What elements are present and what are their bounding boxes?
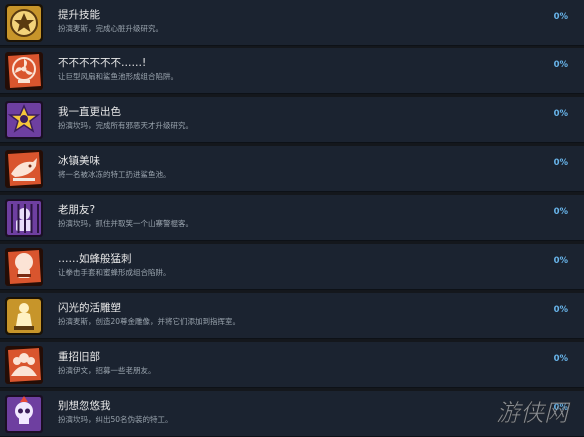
achievement-title: 我一直更出色 <box>58 106 121 118</box>
achievement-progress: 0% <box>553 109 568 119</box>
achievement-row[interactable]: 冰镇美味将一名被冰冻的特工扔进鲨鱼池。 0% <box>0 146 584 192</box>
svg-text:游侠网: 游侠网 <box>496 399 571 427</box>
achievement-list: 提升技能扮演麦斯，完成心脏升级研究。 0% 不不不不不不……! 让巨型风扇和鲨鱼池形成… <box>0 0 584 437</box>
shark-icon <box>3 148 45 190</box>
achievement-title: 重招旧部 <box>58 351 100 363</box>
star-medal-icon <box>3 2 45 44</box>
achievement-row[interactable]: 不不不不不不……! 让巨型风扇和鲨鱼池形成组合陷阱。 0% <box>0 48 584 94</box>
achievement-progress: 0% <box>553 207 568 217</box>
achievement-row[interactable]: 提升技能扮演麦斯，完成心脏升级研究。 0% <box>0 0 584 46</box>
achievement-progress: 0% <box>553 305 568 315</box>
achievement-title: 提升技能 <box>58 9 100 21</box>
achievement-description: 扮演伊文，招募一些老朋友。 <box>58 366 156 375</box>
achievement-row[interactable]: 老朋友? 扮演坎玛，抓住并取笑一个山寨警棍客。 0% <box>0 195 584 241</box>
achievement-progress: 0% <box>553 158 568 168</box>
fan-icon <box>3 50 45 92</box>
achievement-title: 闪光的活雕塑 <box>58 302 121 314</box>
gold-statue-icon <box>3 295 45 337</box>
achievement-row[interactable]: 闪光的活雕塑扮演麦斯，创造20尊金雕像，并将它们添加到指挥室。 0% <box>0 293 584 339</box>
achievement-progress: 0% <box>553 354 568 364</box>
achievement-description: 让拳击手套和蜜蜂形成组合陷阱。 <box>58 268 171 277</box>
achievement-row[interactable]: 我一直更出色扮演坎玛，完成所有邪恶天才升级研究。 0% <box>0 97 584 143</box>
achievement-description: 扮演坎玛，完成所有邪恶天才升级研究。 <box>58 121 193 130</box>
achievement-title: ……如蜂般猛刺 <box>58 253 132 265</box>
achievement-description: 扮演麦斯，完成心脏升级研究。 <box>58 24 163 33</box>
watermark-logo: 游侠网 <box>482 393 582 431</box>
achievement-description: 让巨型风扇和鲨鱼池形成组合陷阱。 <box>58 72 178 81</box>
group-icon <box>3 344 45 386</box>
purple-star-icon <box>3 99 45 141</box>
skull-icon <box>3 393 45 435</box>
achievement-title: 别想忽悠我 <box>58 400 111 412</box>
achievement-description: 扮演坎玛，抓住并取笑一个山寨警棍客。 <box>58 219 193 228</box>
achievement-row[interactable]: ……如蜂般猛刺让拳击手套和蜜蜂形成组合陷阱。 0% <box>0 244 584 290</box>
achievement-title: 老朋友? <box>58 204 96 216</box>
achievement-title: 冰镇美味 <box>58 155 100 167</box>
achievement-progress: 0% <box>553 60 568 70</box>
achievement-progress: 0% <box>553 256 568 266</box>
achievement-description: 将一名被冰冻的特工扔进鲨鱼池。 <box>58 170 171 179</box>
boxing-glove-icon <box>3 246 45 288</box>
caged-agent-icon <box>3 197 45 239</box>
achievement-progress: 0% <box>553 12 568 22</box>
achievement-title: 不不不不不不……! <box>58 57 147 69</box>
achievement-description: 扮演麦斯，创造20尊金雕像，并将它们添加到指挥室。 <box>58 317 241 326</box>
achievement-description: 扮演坎玛，纠出50名伪装的特工。 <box>58 415 173 424</box>
achievement-row[interactable]: 重招旧部扮演伊文，招募一些老朋友。 0% <box>0 342 584 388</box>
